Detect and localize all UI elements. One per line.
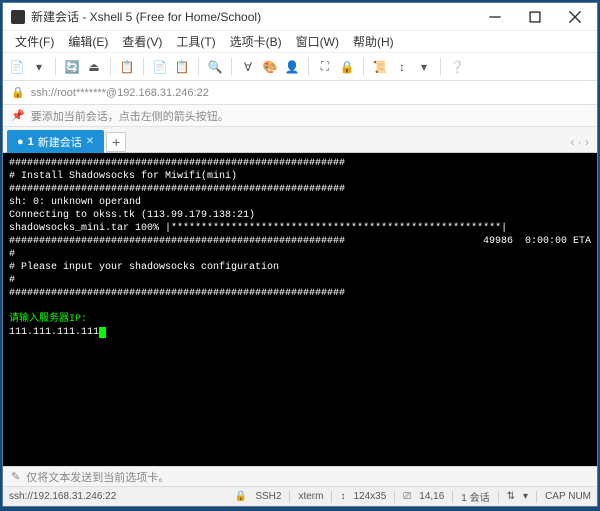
term-line: # Install Shadowsocks for Miwifi(mini) [9,171,237,182]
maximize-button[interactable] [515,4,555,30]
properties-icon[interactable]: 📋 [119,59,135,75]
menu-tab[interactable]: 选项卡(B) [224,31,288,52]
separator [289,491,290,503]
menu-window[interactable]: 窗口(W) [290,31,345,52]
menubar: 文件(F) 编辑(E) 查看(V) 工具(T) 选项卡(B) 窗口(W) 帮助(… [3,31,597,53]
window-title: 新建会话 - Xshell 5 (Free for Home/School) [31,8,475,25]
bullet-icon: ● [17,136,24,148]
status-pos: 14,16 [419,491,444,502]
menu-help[interactable]: 帮助(H) [347,31,400,52]
status-size: 124x35 [353,491,386,502]
info-text: 要添加当前会话，点击左侧的箭头按钮。 [31,108,229,124]
script-icon[interactable]: 📜 [372,59,388,75]
tab-close-icon[interactable]: ✕ [86,136,94,147]
pin-icon[interactable]: 📌 [11,109,25,122]
separator [440,58,441,76]
cursor-icon [99,327,106,338]
separator [55,58,56,76]
separator [363,58,364,76]
disconnect-icon[interactable]: ⏏ [86,59,102,75]
help-icon[interactable]: ❔ [449,59,465,75]
lock-icon: 🔒 [11,86,25,99]
separator [394,491,395,503]
tab-nav-icon[interactable]: ‹ · › [570,135,593,149]
status-caps: CAP NUM [545,491,591,502]
status-protocol: SSH2 [255,491,281,502]
close-button[interactable] [555,4,595,30]
term-line: Connecting to okss.tk (113.99.179.138:21… [9,210,255,221]
term-line: ########################################… [9,236,345,247]
tab-session-1[interactable]: ● 1 新建会话 ✕ [7,130,104,154]
separator [198,58,199,76]
copy-icon[interactable]: 📄 [152,59,168,75]
menu-view[interactable]: 查看(V) [116,31,168,52]
find-icon[interactable]: 🔍 [207,59,223,75]
paste-icon[interactable]: 📋 [174,59,190,75]
color-icon[interactable]: 🎨 [262,59,278,75]
lock-icon: 🔒 [235,491,247,502]
menu-tool[interactable]: 工具(T) [170,31,221,52]
separator [498,491,499,503]
term-line: # Please input your shadowsocks configur… [9,262,279,273]
info-bar: 📌 要添加当前会话，点击左侧的箭头按钮。 [3,105,597,127]
tab-number: 1 [28,136,34,148]
status-bar: ssh://192.168.31.246:22 🔒 SSH2 xterm ↕ 1… [3,486,597,506]
reconnect-icon[interactable]: 🔄 [64,59,80,75]
add-tab-button[interactable]: + [106,132,126,152]
status-connection: ssh://192.168.31.246:22 [9,491,116,502]
term-line: # [9,249,15,260]
tab-label: 新建会话 [38,134,82,150]
separator [231,58,232,76]
lock-icon[interactable]: 🔒 [339,59,355,75]
compose-icon[interactable]: ✎ [11,470,20,483]
term-line: shadowsocks_mini.tar 100% |*************… [9,223,507,234]
compose-hint: 仅将文本发送到当前选项卡。 [26,469,169,485]
menu-file[interactable]: 文件(F) [9,31,60,52]
user-icon[interactable]: 👤 [284,59,300,75]
separator [331,491,332,503]
separator [452,491,453,503]
term-line: ########################################… [9,184,345,195]
tab-bar: ● 1 新建会话 ✕ + ‹ · › [3,127,597,153]
transfer-icon[interactable]: ↕ [394,59,410,75]
chevron-down-icon[interactable]: ▾ [31,59,47,75]
toolbar: 📄 ▾ 🔄 ⏏ 📋 📄 📋 🔍 Ɐ 🎨 👤 ⛶ 🔒 📜 ↕ ▾ ❔ [3,53,597,81]
separator [143,58,144,76]
term-line: ########################################… [9,288,345,299]
compose-bar: ✎ 仅将文本发送到当前选项卡。 [3,466,597,486]
separator [536,491,537,503]
term-prompt: 请输入服务器IP: [9,314,87,325]
status-term: xterm [298,491,323,502]
app-icon [11,10,25,24]
term-input: 111.111.111.111 [9,327,99,338]
term-line: sh: 0: unknown operand [9,197,141,208]
terminal-output[interactable]: ########################################… [3,153,597,466]
minimize-button[interactable] [475,4,515,30]
window-controls [475,4,595,30]
resize-icon: ↕ [340,491,345,502]
address-bar: 🔒 ssh://root*******@192.168.31.246:22 [3,81,597,105]
status-sessions: 1 会话 [461,489,489,504]
separator [308,58,309,76]
fullscreen-icon[interactable]: ⛶ [317,59,333,75]
app-window: 新建会话 - Xshell 5 (Free for Home/School) 文… [2,2,598,507]
log-icon[interactable]: ▾ [416,59,432,75]
separator [110,58,111,76]
term-line: # [9,275,15,286]
chevron-down-icon[interactable]: ▾ [523,491,528,502]
cursor-pos-icon: ⎚ [403,491,411,502]
term-line: ########################################… [9,158,345,169]
address-text[interactable]: ssh://root*******@192.168.31.246:22 [31,87,209,99]
signal-icon: ⇅ [507,491,515,502]
font-icon[interactable]: Ɐ [240,59,256,75]
menu-edit[interactable]: 编辑(E) [62,31,114,52]
new-session-icon[interactable]: 📄 [9,59,25,75]
titlebar: 新建会话 - Xshell 5 (Free for Home/School) [3,3,597,31]
